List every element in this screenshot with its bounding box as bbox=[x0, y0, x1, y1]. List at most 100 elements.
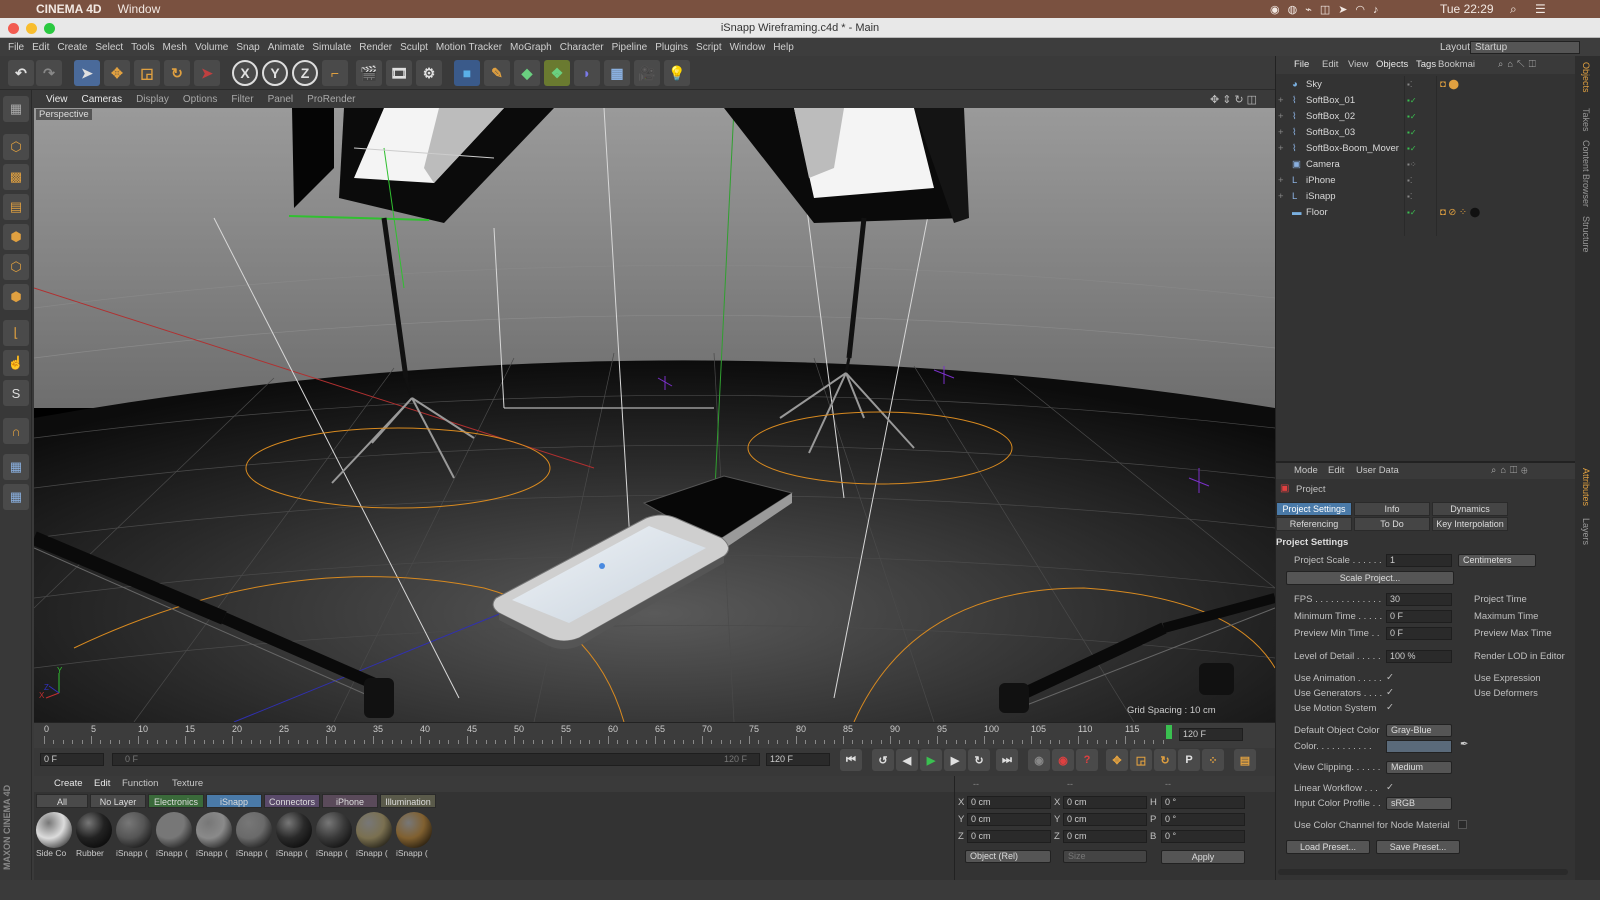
material-swatch[interactable] bbox=[156, 812, 192, 848]
magnet-icon[interactable]: ∩ bbox=[3, 418, 29, 444]
model-mode-icon[interactable]: ⬡ bbox=[3, 134, 29, 160]
attribute-menu-mode[interactable]: Mode bbox=[1294, 463, 1318, 479]
prev-frame-icon[interactable]: ◀ bbox=[896, 749, 918, 771]
object-row-isnapp[interactable]: + LiSnapp ▪⁚ bbox=[1276, 189, 1576, 205]
menu-mesh[interactable]: Mesh bbox=[163, 42, 187, 53]
menu-tools[interactable]: Tools bbox=[131, 42, 154, 53]
go-to-end-icon[interactable]: ⏭ bbox=[996, 749, 1018, 771]
menu-simulate[interactable]: Simulate bbox=[312, 42, 351, 53]
softbox01-check-icon[interactable]: ▪✓ bbox=[1407, 93, 1417, 109]
x-axis-lock-button[interactable]: X bbox=[232, 60, 258, 86]
menu-sculpt[interactable]: Sculpt bbox=[400, 42, 428, 53]
use-generators-checkbox[interactable]: ✓ bbox=[1386, 687, 1394, 698]
menu-snap[interactable]: Snap bbox=[236, 42, 259, 53]
object-menu-objects[interactable]: Objects bbox=[1376, 56, 1408, 74]
key-scale-icon[interactable]: ◲ bbox=[1130, 749, 1152, 771]
object-row-softbox03[interactable]: + ⌇ SoftBox_03 ▪✓ bbox=[1276, 125, 1576, 141]
snap-icon[interactable]: S bbox=[3, 380, 29, 406]
rotation-h-field[interactable]: 0 ° bbox=[1161, 796, 1245, 809]
clock[interactable]: Tue 22:29 bbox=[1440, 2, 1494, 16]
attribute-menu-user-data[interactable]: User Data bbox=[1356, 463, 1399, 479]
key-rotation-icon[interactable]: ↻ bbox=[1154, 749, 1176, 771]
iphone-visibility-dots[interactable]: ▪⁚ bbox=[1407, 173, 1412, 189]
key-pla-icon[interactable]: ⁘ bbox=[1202, 749, 1224, 771]
preview-min-field[interactable]: 0 F bbox=[1386, 627, 1452, 640]
node-material-checkbox[interactable] bbox=[1458, 820, 1467, 829]
camera-visibility-dots[interactable]: ▪⁘ bbox=[1407, 157, 1417, 173]
material-swatch[interactable] bbox=[36, 812, 72, 848]
size-y-field[interactable]: 0 cm bbox=[1063, 813, 1147, 826]
fps-field[interactable]: 30 bbox=[1386, 593, 1452, 606]
current-frame-field[interactable]: 0 F bbox=[40, 753, 104, 766]
material-menu-edit[interactable]: Edit bbox=[94, 776, 110, 792]
linear-workflow-checkbox[interactable]: ✓ bbox=[1386, 782, 1394, 793]
layer-tab-connectors[interactable]: Connectors bbox=[264, 794, 320, 808]
move-tool-icon[interactable]: ✥ bbox=[104, 60, 130, 86]
side-tab-objects[interactable]: Objects bbox=[1581, 62, 1591, 93]
viewport-menu-filter[interactable]: Filter bbox=[231, 94, 253, 105]
floor-tag-icons[interactable]: ◘ ⊘ ⁘ ⬤ bbox=[1440, 205, 1480, 221]
deformer-icon[interactable]: ◗ bbox=[574, 60, 600, 86]
sky-visibility-dots[interactable]: ▪⁚ bbox=[1407, 77, 1412, 93]
playhead[interactable] bbox=[1166, 725, 1172, 739]
softbox02-check-icon[interactable]: ▪✓ bbox=[1407, 109, 1417, 125]
project-scale-field[interactable]: 1 bbox=[1386, 554, 1452, 567]
search-icon[interactable]: ⌕ bbox=[1510, 2, 1517, 17]
record-keys-icon[interactable]: ◉ bbox=[1028, 749, 1050, 771]
size-z-field[interactable]: 0 cm bbox=[1063, 830, 1147, 843]
material-swatch[interactable] bbox=[356, 812, 392, 848]
window-menu[interactable]: Window bbox=[118, 2, 161, 16]
side-tab-content-browser[interactable]: Content Browser bbox=[1581, 140, 1591, 207]
color-swatch[interactable] bbox=[1386, 740, 1452, 753]
eyedropper-icon[interactable]: ✒ bbox=[1460, 739, 1468, 750]
key-position-icon[interactable]: ✥ bbox=[1106, 749, 1128, 771]
input-profile-dropdown[interactable]: sRGB bbox=[1386, 797, 1452, 810]
viewport-menu-options[interactable]: Options bbox=[183, 94, 217, 105]
workplane-mode-icon[interactable]: ▤ bbox=[3, 194, 29, 220]
app-menu[interactable]: CINEMA 4D bbox=[36, 2, 102, 16]
rotation-p-field[interactable]: 0 ° bbox=[1161, 813, 1245, 826]
tab-referencing[interactable]: Referencing bbox=[1276, 517, 1352, 531]
material-swatch[interactable] bbox=[116, 812, 152, 848]
material-menu-create[interactable]: Create bbox=[54, 776, 83, 792]
workplane-icon[interactable]: ▦ bbox=[3, 454, 29, 480]
next-frame-icon[interactable]: ▶ bbox=[944, 749, 966, 771]
default-color-dropdown[interactable]: Gray-Blue bbox=[1386, 724, 1452, 737]
zoom-window-button[interactable] bbox=[44, 23, 55, 34]
scale-project-button[interactable]: Scale Project... bbox=[1286, 571, 1454, 585]
edges-mode-icon[interactable]: ⬡ bbox=[3, 254, 29, 280]
status-icons[interactable]: ◉◍⌁◫➤◠♪ bbox=[1270, 3, 1387, 16]
list-icon[interactable]: ☰ bbox=[1535, 2, 1546, 16]
menu-select[interactable]: Select bbox=[95, 42, 123, 53]
keyframe-selection-icon[interactable]: ? bbox=[1076, 749, 1098, 771]
unit-dropdown[interactable]: Centimeters bbox=[1458, 554, 1536, 567]
softbox03-check-icon[interactable]: ▪✓ bbox=[1407, 125, 1417, 141]
material-swatch[interactable] bbox=[276, 812, 312, 848]
layer-tab-illumination[interactable]: Illumination bbox=[380, 794, 436, 808]
axis-mode-icon[interactable]: ⌊ bbox=[3, 320, 29, 346]
tab-key-interpolation[interactable]: Key Interpolation bbox=[1432, 517, 1508, 531]
object-row-camera[interactable]: ▣ Camera ▪⁘ bbox=[1276, 157, 1576, 173]
render-picture-viewer-icon[interactable]: 🎞 bbox=[386, 60, 412, 86]
expand-icon[interactable]: + bbox=[1278, 109, 1284, 125]
recent-tool-icon[interactable]: ➤ bbox=[194, 60, 220, 86]
timeline-end-frame[interactable]: 120 F bbox=[1179, 728, 1243, 741]
viewport-menu-view[interactable]: View bbox=[46, 94, 68, 105]
key-parameter-icon[interactable]: P bbox=[1178, 749, 1200, 771]
tab-dynamics[interactable]: Dynamics bbox=[1432, 502, 1508, 516]
menu-render[interactable]: Render bbox=[359, 42, 392, 53]
array-generator-icon[interactable]: ❖ bbox=[544, 60, 570, 86]
object-menu-file[interactable]: File bbox=[1294, 56, 1309, 74]
locked-workplane-icon[interactable]: ▦ bbox=[3, 484, 29, 510]
expand-icon[interactable]: + bbox=[1278, 141, 1284, 157]
tab-info[interactable]: Info bbox=[1354, 502, 1430, 516]
close-window-button[interactable] bbox=[8, 23, 19, 34]
viewport-menu-panel[interactable]: Panel bbox=[268, 94, 294, 105]
minimize-window-button[interactable] bbox=[26, 23, 37, 34]
points-mode-icon[interactable]: ⬢ bbox=[3, 224, 29, 250]
side-tab-attributes[interactable]: Attributes bbox=[1581, 468, 1591, 506]
menu-help[interactable]: Help bbox=[773, 42, 794, 53]
play-icon[interactable]: ▶ bbox=[920, 749, 942, 771]
floor-environment-icon[interactable]: ▦ bbox=[604, 60, 630, 86]
menu-window[interactable]: Window bbox=[730, 42, 766, 53]
